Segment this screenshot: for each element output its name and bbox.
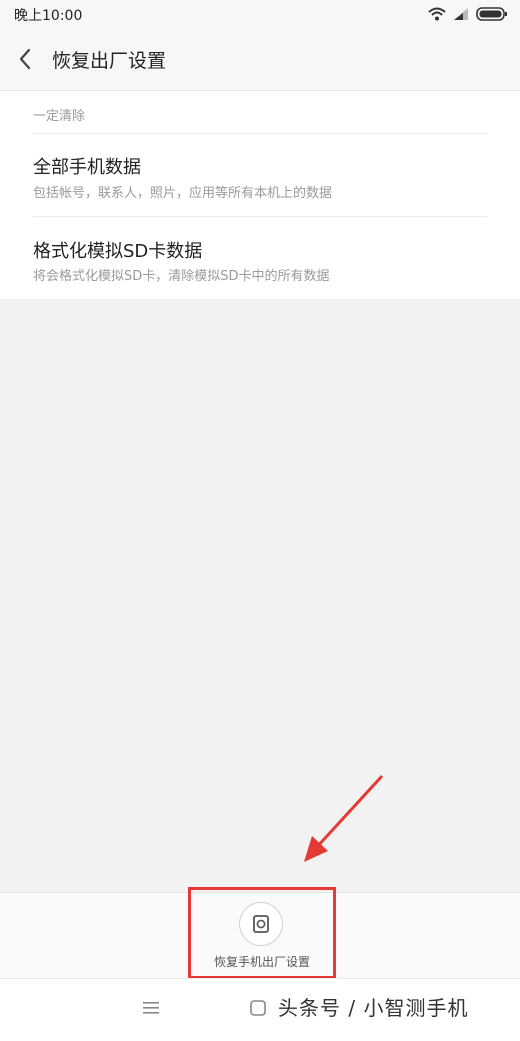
item-title-phone-data: 全部手机数据 xyxy=(33,157,141,178)
title-bar: 恢复出厂设置 xyxy=(0,28,520,91)
item-title-sd-data: 格式化模拟SD卡数据 xyxy=(33,241,203,262)
signal-icon xyxy=(454,8,468,20)
chevron-left-icon[interactable] xyxy=(14,47,38,71)
bottom-action-panel: 恢复手机出厂设置 xyxy=(0,887,520,979)
empty-area xyxy=(0,300,520,892)
item-subtitle-sd-data: 将会格式化模拟SD卡，清除模拟SD卡中的所有数据 xyxy=(33,269,330,284)
nav-bar: 头条号 / 小智测手机 xyxy=(0,978,520,1041)
status-bar: 晚上10:00 xyxy=(0,0,520,28)
menu-icon[interactable] xyxy=(143,1001,159,1015)
reset-label: 恢复手机出厂设置 xyxy=(213,955,310,969)
section-label: 一定清除 xyxy=(33,109,86,124)
home-icon[interactable] xyxy=(250,1000,266,1016)
content-card: 一定清除 全部手机数据 包括帐号，联系人，照片，应用等所有本机上的数据 格式化模… xyxy=(0,91,520,299)
status-time: 晚上10:00 xyxy=(14,8,83,24)
wifi-icon xyxy=(428,7,446,21)
status-icons xyxy=(428,4,508,24)
item-subtitle-phone-data: 包括帐号，联系人，照片，应用等所有本机上的数据 xyxy=(33,186,333,201)
divider xyxy=(33,133,487,134)
reset-icon xyxy=(253,915,269,933)
reset-phone-button[interactable]: 恢复手机出厂设置 xyxy=(188,887,336,979)
divider xyxy=(33,216,487,217)
battery-icon xyxy=(476,7,507,21)
reset-icon-circle xyxy=(239,902,283,946)
watermark: 头条号 / 小智测手机 xyxy=(278,996,469,1020)
page-title: 恢复出厂设置 xyxy=(52,50,167,72)
